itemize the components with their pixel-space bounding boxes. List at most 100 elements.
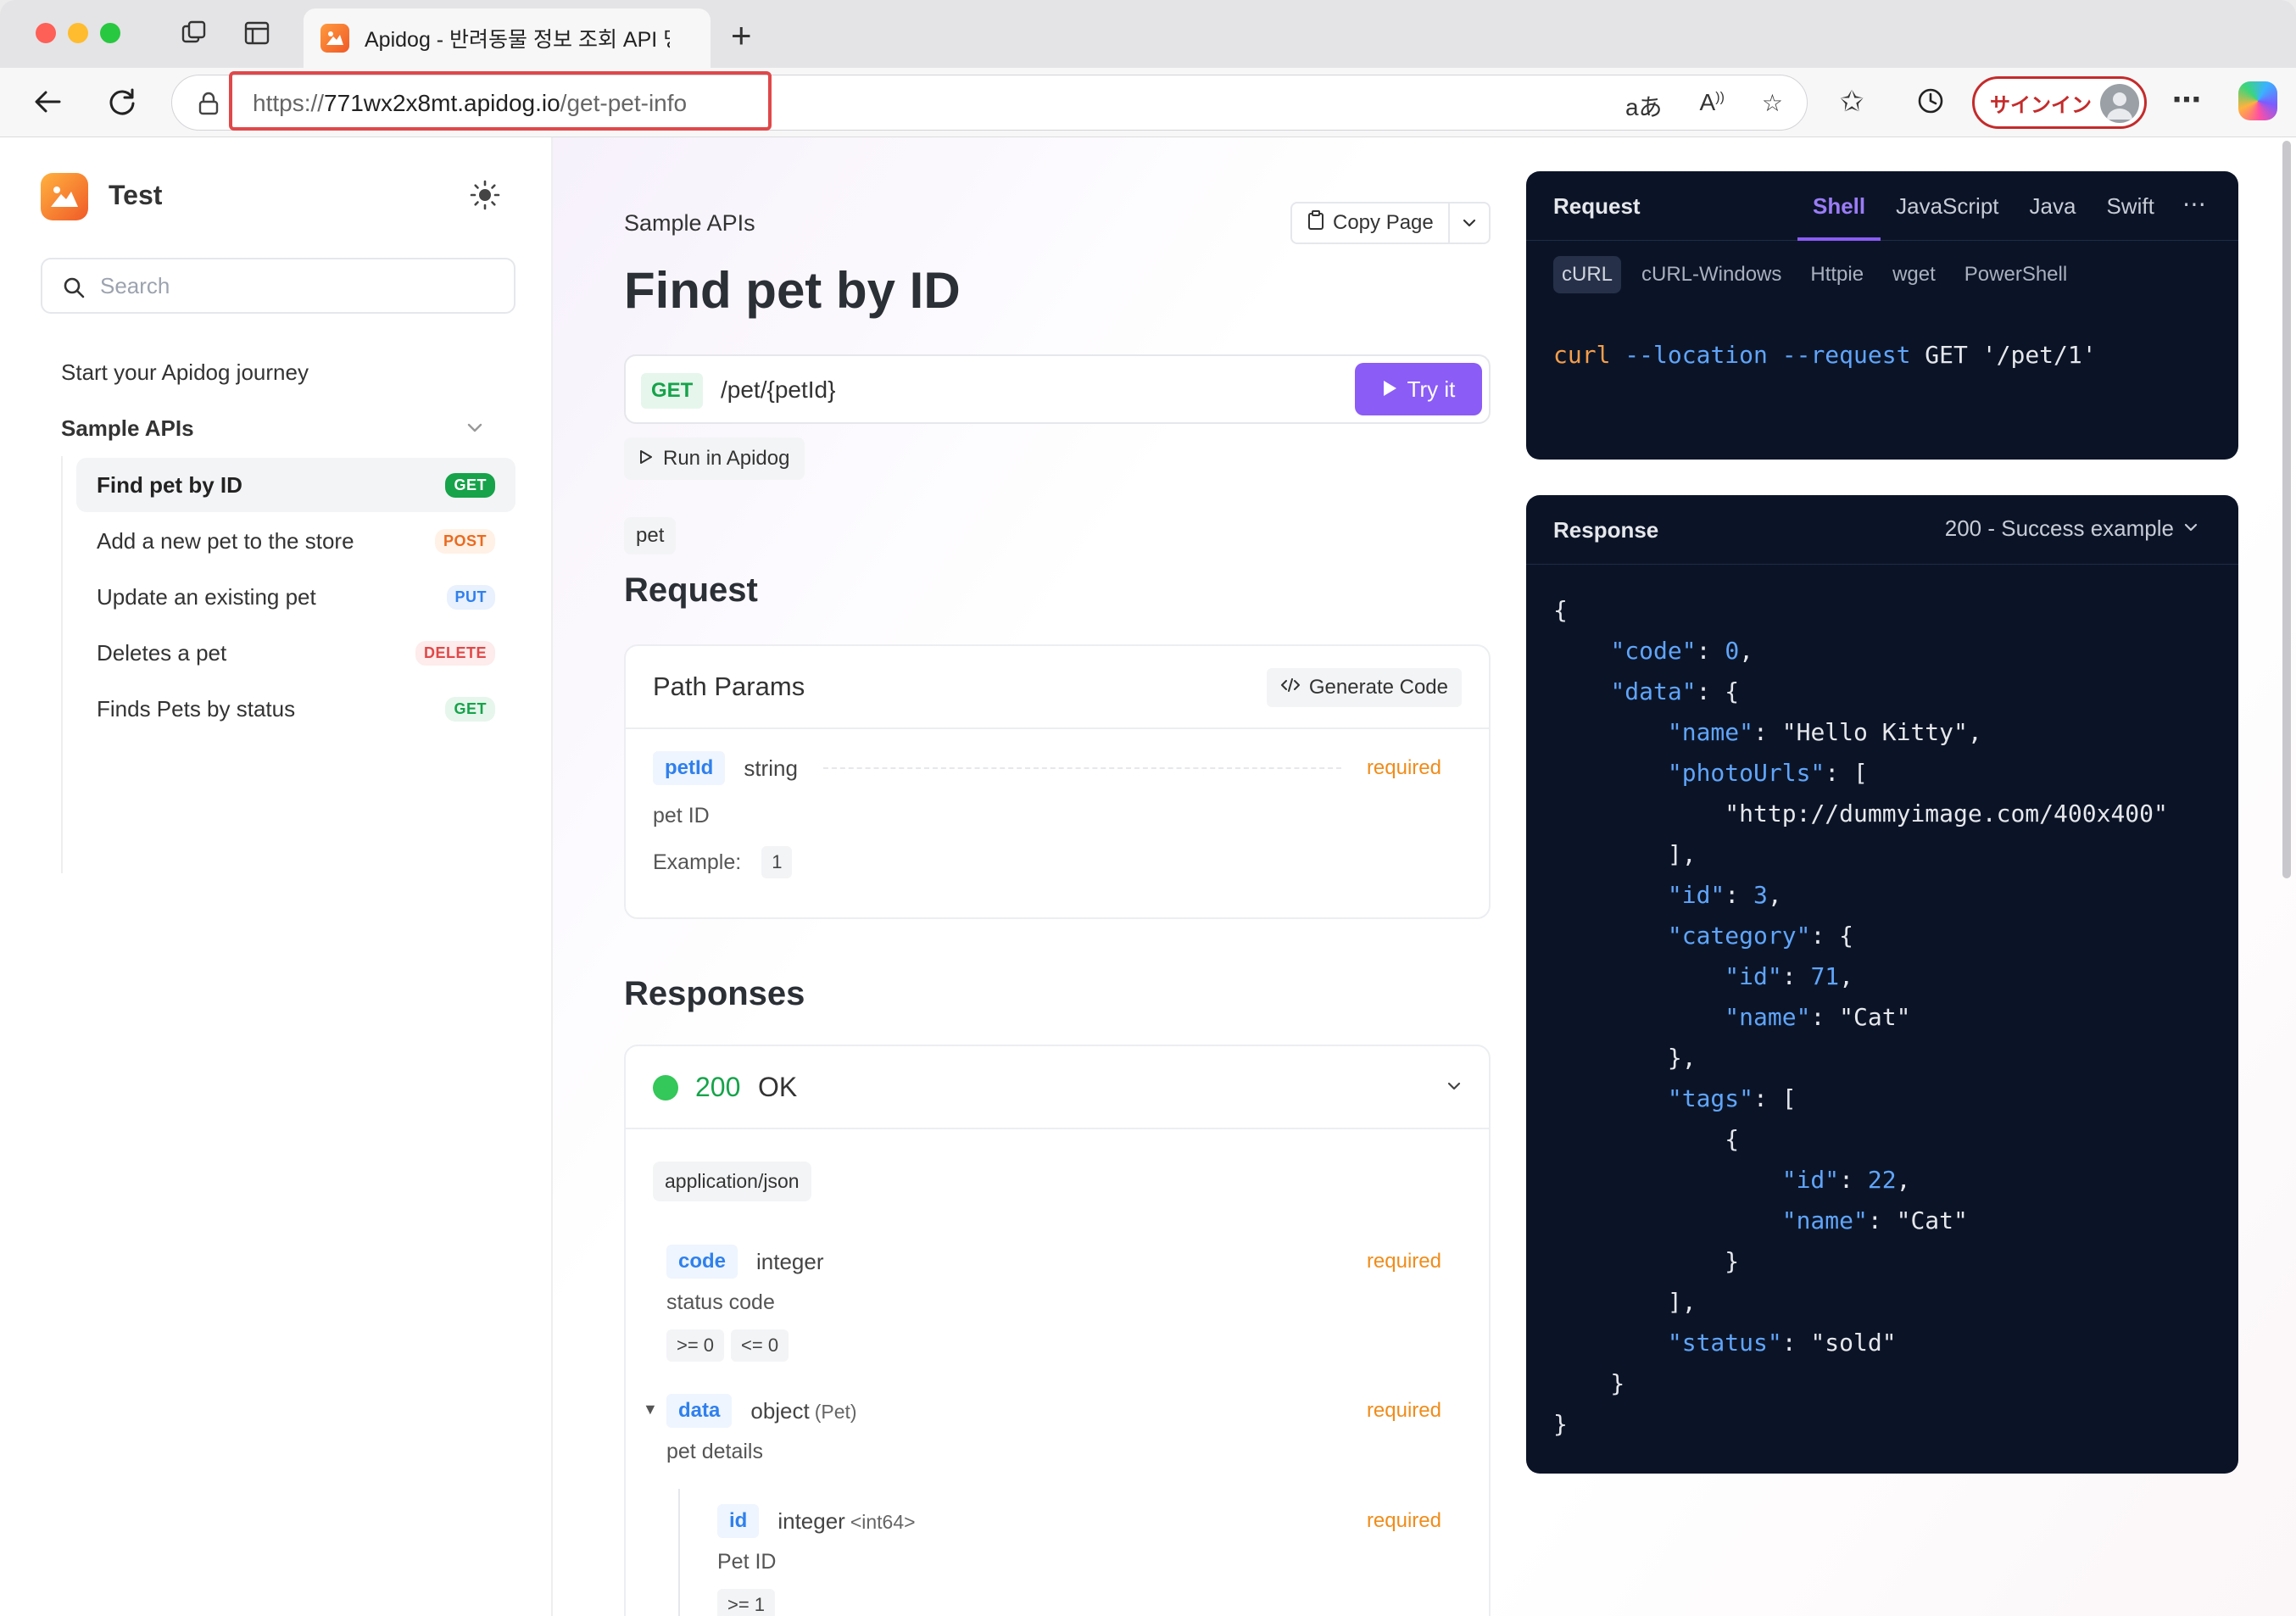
- path-params-title: Path Params: [653, 671, 805, 701]
- field-type: object: [750, 1397, 810, 1424]
- example-value: 1: [761, 846, 793, 878]
- sidebar-item-add-pet[interactable]: Add a new pet to the store POST: [76, 514, 515, 568]
- favorite-star-icon[interactable]: ☆: [1762, 89, 1783, 123]
- chevron-down-icon: [2182, 515, 2199, 542]
- response-code: 200: [695, 1072, 741, 1102]
- browser-tab-active[interactable]: Apidog - 반려동물 정보 조회 API 명: [304, 8, 711, 68]
- tab-shell[interactable]: Shell: [1797, 171, 1881, 241]
- maximize-window-button[interactable]: [100, 23, 120, 43]
- brand-logo-icon[interactable]: [41, 173, 88, 220]
- tab-java[interactable]: Java: [2015, 171, 2092, 241]
- close-window-button[interactable]: [36, 23, 56, 43]
- sidebar-item-label: Find pet by ID: [97, 471, 242, 498]
- field-constraints: >= 0 <= 0: [666, 1329, 795, 1362]
- generate-code-button[interactable]: Generate Code: [1266, 668, 1462, 707]
- read-aloud-icon[interactable]: A)): [1700, 89, 1725, 123]
- tab-javascript[interactable]: JavaScript: [1881, 171, 2014, 241]
- field-constraints: >= 1: [717, 1589, 782, 1616]
- signin-button[interactable]: サインイン: [1972, 76, 2147, 129]
- subtab-curl-windows[interactable]: cURL-Windows: [1633, 256, 1790, 293]
- try-it-label: Try it: [1407, 376, 1456, 402]
- back-arrow-icon[interactable]: [31, 85, 64, 119]
- copilot-icon[interactable]: [2238, 81, 2277, 120]
- sidebar-item-label: Update an existing pet: [97, 583, 316, 610]
- browser-tab-bar: Apidog - 반려동물 정보 조회 API 명 +: [0, 0, 2296, 68]
- method-badge: PUT: [446, 584, 495, 610]
- required-label: required: [1366, 1399, 1441, 1422]
- method-badge: DELETE: [415, 640, 495, 666]
- endpoint-bar: GET /pet/{petId} Try it: [624, 354, 1491, 424]
- param-description: pet ID: [653, 804, 710, 828]
- content-type-badge[interactable]: application/json: [653, 1162, 811, 1201]
- translate-icon[interactable]: aあ: [1625, 89, 1663, 123]
- sidebar-item-update-pet[interactable]: Update an existing pet PUT: [76, 570, 515, 624]
- search-input[interactable]: [100, 273, 490, 298]
- request-code[interactable]: curl --location --request GET '/pet/1': [1553, 341, 2097, 369]
- field-row-data: data object (Pet) required: [666, 1394, 1441, 1428]
- more-menu-icon[interactable]: ⋯: [2172, 83, 2201, 117]
- chevron-down-icon[interactable]: [465, 417, 485, 442]
- new-tab-button[interactable]: +: [731, 15, 752, 56]
- response-status: OK: [758, 1072, 798, 1102]
- lock-icon[interactable]: [198, 92, 220, 120]
- sidebar-item-delete-pet[interactable]: Deletes a pet DELETE: [76, 626, 515, 680]
- page: Test Start your Apidog journey Sample AP…: [0, 137, 2296, 1616]
- nav-item-journey[interactable]: Start your Apidog journey: [61, 359, 309, 386]
- param-name: petId: [653, 751, 726, 785]
- example-label: Example:: [653, 850, 742, 874]
- minimize-window-button[interactable]: [68, 23, 88, 43]
- search-box[interactable]: [41, 258, 515, 314]
- tab-actions-icon[interactable]: [242, 19, 271, 47]
- reload-icon[interactable]: [105, 85, 139, 119]
- response-example-label: 200 - Success example: [1944, 515, 2174, 541]
- run-in-apidog-label: Run in Apidog: [663, 447, 790, 470]
- theme-toggle-sun-icon[interactable]: [470, 180, 500, 215]
- response-200-header[interactable]: 200 OK: [626, 1046, 1489, 1129]
- breadcrumb: Sample APIs: [624, 210, 755, 236]
- field-type-format: <int64>: [850, 1510, 916, 1533]
- request-heading: Request: [624, 571, 758, 609]
- page-title: Find pet by ID: [624, 262, 961, 319]
- constraint-badge: >= 1: [717, 1589, 776, 1616]
- subtab-wget[interactable]: wget: [1884, 256, 1944, 293]
- tab-swift[interactable]: Swift: [2091, 171, 2169, 241]
- field-name: id: [717, 1504, 760, 1538]
- try-it-button[interactable]: Try it: [1355, 363, 1482, 415]
- history-icon[interactable]: [1914, 85, 1947, 117]
- response-json[interactable]: { "code": 0, "data": { "name": "Hello Ki…: [1553, 590, 2168, 1445]
- sidebar-item-find-pet-by-id[interactable]: Find pet by ID GET: [76, 458, 515, 512]
- endpoint-path: /pet/{petId}: [721, 376, 836, 403]
- param-type: string: [744, 755, 798, 781]
- subtab-curl[interactable]: cURL: [1553, 256, 1622, 293]
- workspaces-icon[interactable]: [180, 19, 209, 47]
- page-scrollbar[interactable]: [2282, 141, 2291, 878]
- sidebar-item-find-by-status[interactable]: Finds Pets by status GET: [76, 682, 515, 736]
- constraint-badge: <= 0: [731, 1329, 789, 1362]
- collapse-triangle-icon[interactable]: ▼: [643, 1401, 658, 1418]
- response-example-panel: Response 200 - Success example { "code":…: [1526, 495, 2238, 1474]
- clipboard-icon: [1307, 209, 1324, 237]
- brand-name[interactable]: Test: [109, 180, 162, 211]
- copy-page-button[interactable]: Copy Page: [1292, 203, 1450, 242]
- code-icon: [1280, 676, 1301, 699]
- request-code-panel: Request Shell JavaScript Java Swift ⋯ cU…: [1526, 171, 2238, 460]
- field-type-ref: (Pet): [814, 1400, 857, 1423]
- subtab-httpie[interactable]: Httpie: [1802, 256, 1872, 293]
- run-in-apidog-button[interactable]: Run in Apidog: [624, 437, 805, 480]
- subtab-powershell[interactable]: PowerShell: [1956, 256, 2076, 293]
- response-example-select[interactable]: 200 - Success example: [1945, 515, 2199, 542]
- field-description: Pet ID: [717, 1550, 777, 1574]
- constraint-badge: >= 0: [666, 1329, 725, 1362]
- param-row-petid: petId string required: [653, 751, 1441, 785]
- copy-page-menu-chevron-icon[interactable]: [1450, 215, 1489, 231]
- favorites-icon[interactable]: ✩: [1840, 85, 1864, 119]
- search-icon: [61, 275, 86, 304]
- required-label: required: [1366, 756, 1441, 779]
- tag-badge: pet: [624, 517, 677, 554]
- method-badge: GET: [641, 373, 704, 409]
- field-name: data: [666, 1394, 733, 1428]
- more-languages-icon[interactable]: ⋯: [2182, 190, 2206, 218]
- chevron-down-icon[interactable]: [1445, 1077, 1463, 1100]
- play-outline-icon: [639, 447, 653, 471]
- nav-group-sample-apis[interactable]: Sample APIs: [61, 415, 194, 442]
